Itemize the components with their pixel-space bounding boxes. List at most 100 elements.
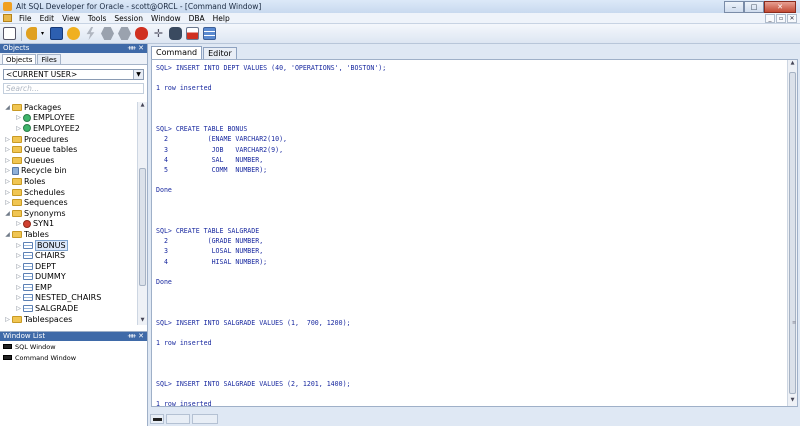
expand-icon[interactable]: ▷ — [4, 199, 11, 206]
tree-item[interactable]: ▷ SALGRADE — [0, 303, 136, 314]
tree-item[interactable]: ▷ SYN1 — [0, 219, 136, 230]
expand-icon[interactable]: ▷ — [4, 146, 11, 153]
key-icon[interactable] — [26, 27, 37, 40]
tree-item[interactable]: ▷ EMP — [0, 282, 136, 293]
menu-help[interactable]: Help — [209, 14, 234, 23]
expand-icon[interactable]: ▷ — [15, 114, 22, 121]
tree-item[interactable]: ▷ NESTED_CHAIRS — [0, 293, 136, 304]
tab-command[interactable]: Command — [151, 46, 203, 59]
maximize-button[interactable]: □ — [744, 0, 764, 13]
subtab-objects[interactable]: Objects — [2, 54, 37, 64]
menu-dba[interactable]: DBA — [185, 14, 209, 23]
tree-item[interactable]: ▷ Roles — [0, 176, 136, 187]
expand-icon[interactable]: ▷ — [15, 263, 22, 270]
save-icon[interactable] — [50, 27, 63, 40]
panel-pin-close-buttons[interactable]: ᚓ ✕ — [128, 44, 144, 53]
tree-item[interactable]: ▷ CHAIRS — [0, 250, 136, 261]
lightning-icon[interactable] — [86, 27, 95, 40]
expand-icon[interactable]: ▷ — [15, 284, 22, 291]
tree-item[interactable]: ▷ Recycle bin — [0, 166, 136, 177]
tree-item[interactable]: ◢ Packages — [0, 102, 136, 113]
menu-file[interactable]: File — [15, 14, 36, 23]
console-line: Done — [156, 186, 172, 195]
tree-item[interactable]: ▷ Schedules — [0, 187, 136, 198]
mdi-minimize-button[interactable]: _ — [765, 13, 775, 23]
menu-session[interactable]: Session — [110, 14, 147, 23]
hexagon-icon-2[interactable] — [118, 27, 131, 40]
move-icon[interactable]: ✛ — [152, 27, 165, 40]
user-select[interactable]: <CURRENT USER> ▼ — [3, 69, 144, 80]
expand-icon[interactable]: ▷ — [15, 125, 22, 132]
menu-edit[interactable]: Edit — [36, 14, 59, 23]
command-output[interactable]: SQL> INSERT INTO DEPT VALUES (40, 'OPERA… — [151, 59, 798, 407]
tree-item-label: Schedules — [24, 187, 65, 197]
collapse-icon[interactable]: ◢ — [4, 210, 11, 217]
expand-icon[interactable]: ▷ — [15, 242, 22, 249]
dropdown-icon[interactable]: ▾ — [41, 27, 46, 40]
tree-item[interactable]: ▷ DUMMY — [0, 272, 136, 283]
bug-icon[interactable] — [135, 27, 148, 40]
export-icon[interactable] — [186, 27, 199, 40]
tab-editor[interactable]: Editor — [203, 47, 237, 59]
window-list-pin-close-buttons[interactable]: ᚓ ✕ — [128, 332, 144, 341]
tree-item[interactable]: ▷ Procedures — [0, 134, 136, 145]
expand-icon[interactable]: ▷ — [15, 252, 22, 259]
mdi-close-button[interactable]: ✕ — [787, 13, 797, 23]
tree-item-label: EMPLOYEE2 — [33, 123, 80, 133]
scroll-up-icon[interactable]: ▲ — [788, 60, 797, 69]
window-list-item-command[interactable]: Command Window — [0, 352, 147, 363]
window-list-item-sql[interactable]: SQL Window — [0, 341, 147, 352]
scroll-down-icon[interactable]: ▼ — [138, 317, 147, 325]
new-document-icon[interactable] — [3, 27, 16, 40]
console-scrollbar[interactable]: ▲ ≡ ▼ — [787, 60, 797, 406]
tree-item[interactable]: ◢ Synonyms — [0, 208, 136, 219]
sun-icon[interactable] — [67, 27, 80, 40]
chevron-down-icon[interactable]: ▼ — [133, 70, 143, 79]
expand-icon[interactable]: ▷ — [15, 273, 22, 280]
menu-view[interactable]: View — [58, 14, 84, 23]
tree-scroll-thumb[interactable] — [139, 168, 146, 286]
expand-icon[interactable]: ▷ — [15, 220, 22, 227]
expand-icon[interactable]: ▷ — [15, 305, 22, 312]
tree-item[interactable]: ▷ Queue tables — [0, 144, 136, 155]
search-input[interactable]: Search... — [3, 83, 144, 94]
tree-item[interactable]: ▷ DEPT — [0, 261, 136, 272]
tree-item-label: Procedures — [24, 134, 69, 144]
close-button[interactable]: ✕ — [764, 0, 796, 13]
console-scroll-thumb[interactable]: ≡ — [789, 72, 796, 394]
grip-icon: ≡ — [792, 320, 797, 326]
table-icon — [23, 283, 33, 291]
scroll-up-icon[interactable]: ▲ — [138, 102, 147, 110]
expand-icon[interactable]: ▷ — [4, 136, 11, 143]
expand-icon[interactable]: ▷ — [4, 157, 11, 164]
expand-icon[interactable]: ▷ — [4, 316, 11, 323]
console-line: 2 (ENAME VARCHAR2(10), — [156, 135, 288, 144]
menu-window[interactable]: Window — [147, 14, 185, 23]
tree-item[interactable]: ▷ Queues — [0, 155, 136, 166]
expand-icon[interactable]: ▷ — [15, 294, 22, 301]
scroll-down-icon[interactable]: ▼ — [788, 397, 797, 406]
tree-item[interactable]: ▷ EMPLOYEE2 — [0, 123, 136, 134]
collapse-icon[interactable]: ◢ — [4, 104, 11, 111]
mdi-restore-button[interactable]: ▫ — [776, 13, 786, 23]
tree-item[interactable]: ◢ Tables — [0, 229, 136, 240]
expand-icon[interactable]: ▷ — [4, 189, 11, 196]
minimize-button[interactable]: ‒ — [724, 0, 744, 13]
stack-icon[interactable] — [203, 27, 216, 40]
binoculars-icon[interactable] — [169, 27, 182, 40]
collapse-icon[interactable]: ◢ — [4, 231, 11, 238]
tree-item[interactable]: ▷ BONUS — [0, 239, 136, 251]
expand-icon[interactable]: ▷ — [4, 167, 11, 174]
tree-item-label: DEPT — [35, 261, 56, 271]
tree-scrollbar[interactable]: ▲ ▼ — [137, 102, 147, 325]
tree-item[interactable]: ▷ EMPLOYEE — [0, 113, 136, 124]
subtab-files[interactable]: Files — [37, 54, 61, 64]
menu-tools[interactable]: Tools — [84, 14, 110, 23]
hexagon-icon[interactable] — [101, 27, 114, 40]
tree-item[interactable]: ▷ Tablespaces — [0, 314, 136, 325]
expand-icon[interactable]: ▷ — [4, 178, 11, 185]
tree-item[interactable]: ▷ Sequences — [0, 197, 136, 208]
